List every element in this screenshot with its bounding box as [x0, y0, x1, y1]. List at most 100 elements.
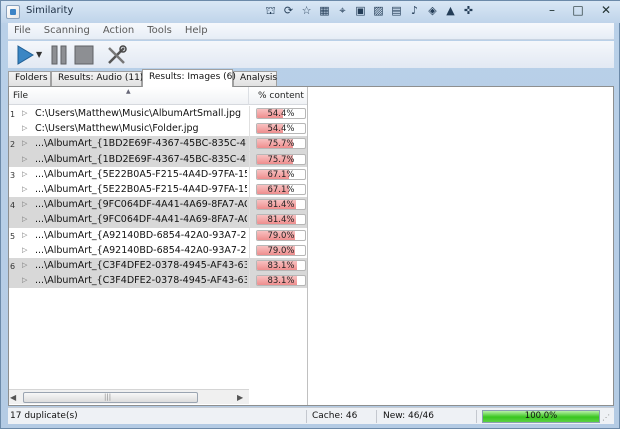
maximize-button[interactable]: □ [565, 2, 591, 20]
expand-arrow-icon[interactable]: ▷ [22, 276, 27, 284]
lock-icon[interactable]: ⛫ [263, 3, 278, 18]
percent-cell: 81.4% [249, 197, 307, 213]
table-row[interactable]: ▷ ...\AlbumArt_{9FC064DF-4A41-4A69-8FA7-A… [9, 212, 307, 228]
percent-bar: 79.0% [256, 229, 306, 241]
tab-results-images[interactable]: Results: Images (6) [142, 69, 236, 87]
expand-arrow-icon[interactable]: ▷ [22, 231, 27, 239]
image-icon[interactable]: ▨ [371, 3, 386, 18]
up-arrow-icon[interactable]: ▲ [443, 3, 458, 18]
tab-folders[interactable]: Folders [8, 71, 51, 86]
film-icon[interactable]: ▤ [389, 3, 404, 18]
table-row[interactable]: 5 ▷ ...\AlbumArt_{A92140BD-6854-42A0-93A7-… [9, 227, 307, 243]
scroll-left-icon[interactable]: ◀ [10, 393, 16, 402]
expand-arrow-icon[interactable]: ▷ [22, 185, 27, 193]
table-row[interactable]: 4 ▷ ...\AlbumArt_{9FC064DF-4A41-4A69-8FA7-… [9, 197, 307, 213]
percent-bar: 67.1% [256, 168, 306, 180]
tab-strip: Folders Results: Audio (11) Results: Ima… [8, 69, 614, 87]
file-path: ...\AlbumArt_{C3F4DFE2-0378-4945-AF43-63… [35, 259, 247, 271]
percent-text: 75.7% [267, 139, 295, 150]
percent-cell: 54.4% [249, 121, 307, 137]
percent-bar: 79.0% [256, 244, 306, 256]
grid-icon[interactable]: ▦ [317, 3, 332, 18]
results-panel: File ▲ % content 1 ▷ C:\Users\Matthew\Musi… [8, 86, 614, 406]
resize-grip-icon[interactable]: ⋰ [602, 413, 610, 422]
dropdown-arrow-icon[interactable]: ▼ [36, 44, 44, 66]
table-row[interactable]: ▷ ...\AlbumArt_{A92140BD-6854-42A0-93A7-2… [9, 242, 307, 258]
percent-bar: 83.1% [256, 259, 306, 271]
percent-text: 67.1% [267, 169, 295, 180]
table-row[interactable]: ▷ C:\Users\Matthew\Music\Folder.jpg 54.4% [9, 121, 307, 137]
scroll-thumb[interactable]: ||| [23, 392, 198, 403]
percent-cell: 75.7% [249, 136, 307, 152]
close-button[interactable]: ✕ [592, 2, 620, 20]
table-row[interactable]: ▷ ...\AlbumArt_{1BD2E69F-4367-45BC-835C-4… [9, 151, 307, 167]
expand-arrow-icon[interactable]: ▷ [22, 215, 27, 223]
percent-bar: 83.1% [256, 275, 306, 287]
pin-icon[interactable]: ✜ [461, 3, 476, 18]
table-row[interactable]: 3 ▷ ...\AlbumArt_{5E22B0A5-F215-4A4D-97FA-… [9, 166, 307, 182]
expand-arrow-icon[interactable]: ▷ [22, 155, 27, 163]
group-number: 4 [10, 201, 16, 211]
menu-action[interactable]: Action [97, 23, 141, 39]
play-icon[interactable] [14, 44, 36, 66]
percent-cell: 75.7% [249, 151, 307, 167]
menu-help[interactable]: Help [179, 23, 215, 39]
refresh-icon[interactable]: ⟳ [281, 3, 296, 18]
column-header-file[interactable]: File ▲ [9, 87, 249, 105]
group-number: 2 [10, 140, 16, 150]
menu-file[interactable]: File [8, 23, 38, 39]
scroll-right-icon[interactable]: ▶ [237, 393, 243, 402]
stop-icon[interactable] [74, 44, 95, 66]
minimize-button[interactable]: – [539, 2, 565, 20]
table-row[interactable]: 6 ▷ ...\AlbumArt_{C3F4DFE2-0378-4945-AF43-… [9, 257, 307, 274]
status-divider [376, 410, 377, 423]
pause-icon[interactable] [50, 44, 69, 66]
table-row[interactable]: 1 ▷ C:\Users\Matthew\Music\AlbumArtSmall.j… [9, 106, 307, 121]
expand-arrow-icon[interactable]: ▷ [22, 200, 27, 208]
percent-cell: 79.0% [249, 242, 307, 258]
menu-tools[interactable]: Tools [141, 23, 179, 39]
toolbar: ▼ [8, 41, 614, 68]
percent-text: 81.4% [267, 215, 295, 226]
tab-results-audio[interactable]: Results: Audio (11) [51, 71, 143, 86]
expand-arrow-icon[interactable]: ▷ [22, 139, 27, 147]
column-header-content[interactable]: % content [249, 87, 307, 105]
tab-analysis[interactable]: Analysis [233, 71, 277, 86]
expand-arrow-icon[interactable]: ▷ [22, 261, 27, 269]
taskbar-icons: ⛫ ⟳ ☆ ▦ ⌖ ▣ ▨ ▤ ♪ ◈ ▲ ✜ [263, 3, 476, 19]
status-bar: 17 duplicate(s) Cache: 46 New: 46/46 100… [8, 407, 614, 424]
percent-cell: 81.4% [249, 212, 307, 228]
group-number: 5 [10, 231, 16, 241]
preview-pane [309, 87, 613, 405]
tools-icon[interactable] [105, 44, 129, 66]
file-path: ...\AlbumArt_{5E22B0A5-F215-4A4D-97FA-15… [35, 183, 247, 195]
expand-arrow-icon[interactable]: ▷ [22, 246, 27, 254]
table-row[interactable]: 2 ▷ ...\AlbumArt_{1BD2E69F-4367-45BC-835C-… [9, 136, 307, 152]
percent-bar: 81.4% [256, 214, 306, 226]
table-row[interactable]: ▷ ...\AlbumArt_{5E22B0A5-F215-4A4D-97FA-1… [9, 181, 307, 197]
table-row[interactable]: ▷ ...\AlbumArt_{C3F4DFE2-0378-4945-AF43-6… [9, 273, 307, 289]
expand-arrow-icon[interactable]: ▷ [22, 170, 27, 178]
expand-arrow-icon[interactable]: ▷ [22, 109, 27, 117]
file-path: ...\AlbumArt_{1BD2E69F-4367-45BC-835C-41… [35, 153, 247, 165]
group-number: 3 [10, 170, 16, 180]
star-icon[interactable]: ☆ [299, 3, 314, 18]
percent-text: 83.1% [267, 276, 295, 287]
menu-scanning[interactable]: Scanning [38, 23, 97, 39]
percent-bar: 54.4% [256, 108, 306, 119]
crosshair-icon[interactable]: ⌖ [335, 3, 350, 18]
percent-text: 79.0% [267, 245, 295, 256]
percent-cell: 83.1% [249, 273, 307, 289]
file-path: ...\AlbumArt_{9FC064DF-4A41-4A69-8FA7-AC… [35, 214, 247, 226]
progress-label: 100.0% [524, 411, 558, 421]
horizontal-scrollbar[interactable]: ◀ ||| ▶ [9, 389, 249, 404]
expand-arrow-icon[interactable]: ▷ [22, 124, 27, 132]
file-path: ...\AlbumArt_{C3F4DFE2-0378-4945-AF43-63… [35, 275, 247, 287]
box-icon[interactable]: ▣ [353, 3, 368, 18]
tag-icon[interactable]: ◈ [425, 3, 440, 18]
file-path: ...\AlbumArt_{1BD2E69F-4367-45BC-835C-41… [35, 138, 247, 150]
percent-text: 83.1% [267, 260, 295, 271]
bell-icon[interactable]: ♪ [407, 3, 422, 18]
title-bar: Similarity ⛫ ⟳ ☆ ▦ ⌖ ▣ ▨ ▤ ♪ ◈ ▲ ✜ – □ ✕ [1, 1, 620, 23]
percent-text: 79.0% [267, 230, 295, 241]
